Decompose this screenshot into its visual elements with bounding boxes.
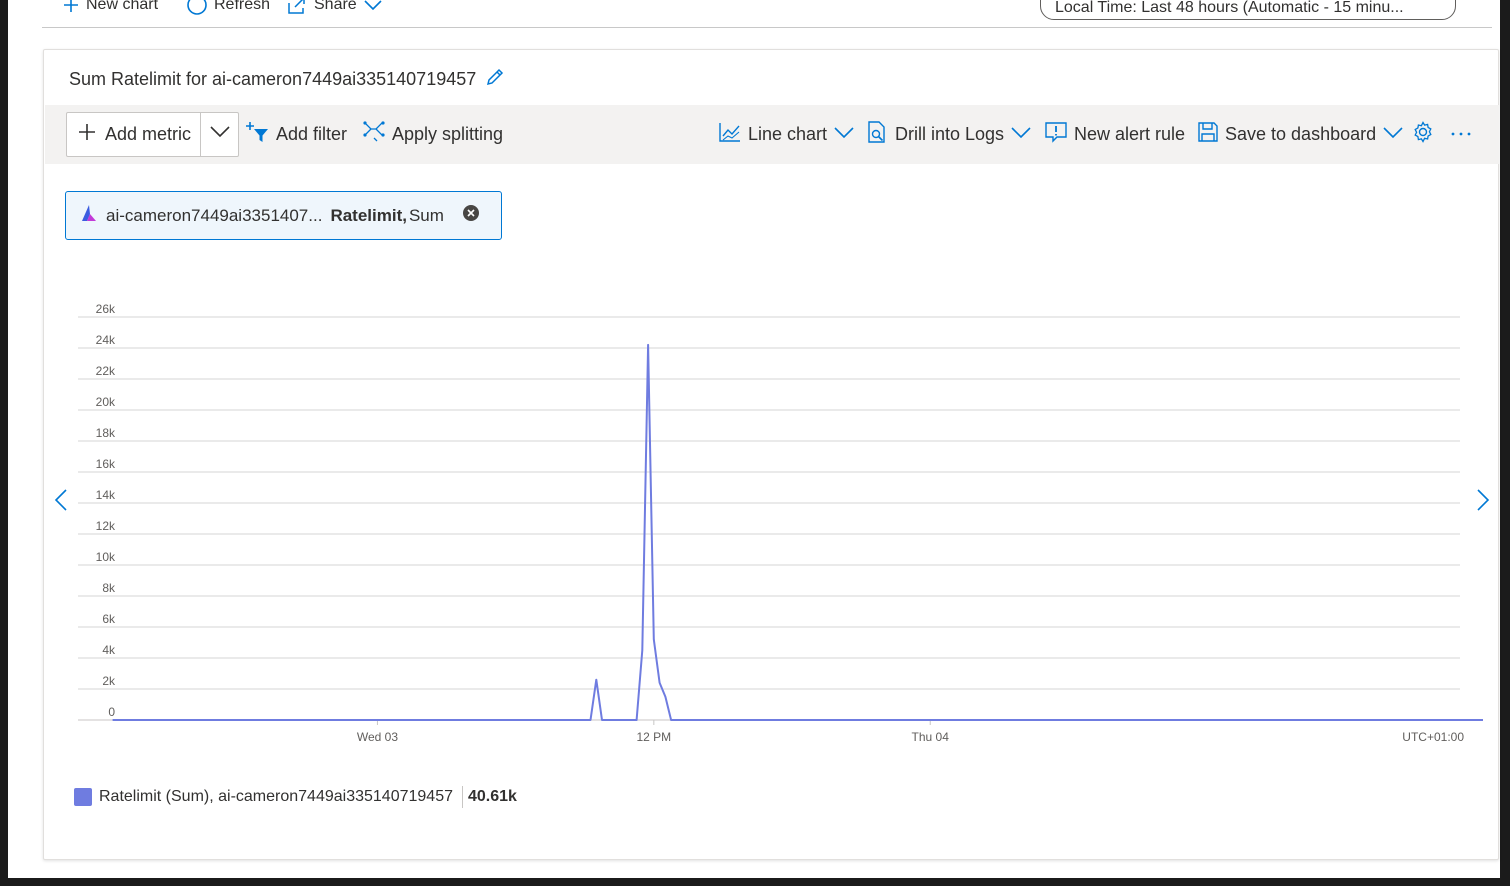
y-tick-label: 6k: [102, 612, 116, 626]
window-frame-left: [0, 0, 8, 886]
metrics-page: New chart Refresh Share Local Time: Last…: [8, 0, 1500, 878]
window-frame-bottom: [0, 878, 1510, 886]
refresh-icon: [186, 0, 208, 16]
chevron-down-icon: [363, 0, 383, 12]
y-tick-label: 16k: [96, 457, 116, 471]
x-tick-label: Wed 03: [357, 730, 398, 744]
y-tick-label: 10k: [96, 550, 116, 564]
chart-series: [112, 343, 1483, 721]
x-tick-label: 12 PM: [636, 730, 671, 744]
y-tick-label: 14k: [96, 488, 116, 502]
legend-swatch: [74, 788, 92, 806]
y-tick-label: 2k: [102, 674, 116, 688]
chart-card: Sum Ratelimit for ai-cameron7449ai335140…: [43, 49, 1499, 860]
y-tick-label: 8k: [102, 581, 116, 595]
window-frame-right: [1500, 0, 1510, 886]
chart-legend[interactable]: Ratelimit (Sum), ai-cameron7449ai3351407…: [74, 786, 517, 808]
y-tick-label: 24k: [96, 333, 116, 347]
legend-value: 40.61k: [467, 788, 517, 805]
y-tick-label: 18k: [96, 426, 116, 440]
x-axis: Wed 03 12 PM Thu 04 UTC+01:00: [357, 720, 1464, 744]
legend-divider: [461, 786, 463, 808]
refresh-label: Refresh: [214, 0, 271, 13]
series-line: [112, 343, 1483, 721]
legend-label: Ratelimit (Sum), ai-cameron7449ai3351407…: [99, 788, 453, 805]
share-icon: [286, 0, 308, 15]
line-chart: 0 2k 4k 6k 8k 10k 12k 14k 16k 18k 20k 22k 24k 26k Wed…: [78, 302, 1483, 744]
y-tick-label: 4k: [102, 643, 116, 657]
plus-icon: [62, 0, 80, 14]
time-range-label: Local Time: Last 48 hours (Automatic - 1…: [1055, 0, 1404, 16]
share-button[interactable]: Share: [286, 0, 383, 17]
time-range-picker[interactable]: Local Time: Last 48 hours (Automatic - 1…: [1040, 0, 1456, 20]
timezone-label: UTC+01:00: [1402, 730, 1464, 744]
top-toolbar: New chart Refresh Share Local Time: Last…: [42, 0, 1492, 28]
y-tick-label: 0: [108, 705, 115, 719]
chart-gridlines: [78, 316, 1460, 721]
new-chart-button[interactable]: New chart: [62, 0, 158, 17]
y-tick-label: 22k: [96, 364, 116, 378]
x-tick-label: Thu 04: [912, 730, 950, 744]
y-tick-label: 26k: [96, 302, 116, 316]
share-label: Share: [314, 0, 357, 13]
y-axis-labels: 0 2k 4k 6k 8k 10k 12k 14k 16k 18k 20k 22k 24k 26k: [96, 302, 116, 719]
new-chart-label: New chart: [86, 0, 159, 13]
refresh-button[interactable]: Refresh: [186, 0, 270, 17]
y-tick-label: 20k: [96, 395, 116, 409]
y-tick-label: 12k: [96, 519, 116, 533]
